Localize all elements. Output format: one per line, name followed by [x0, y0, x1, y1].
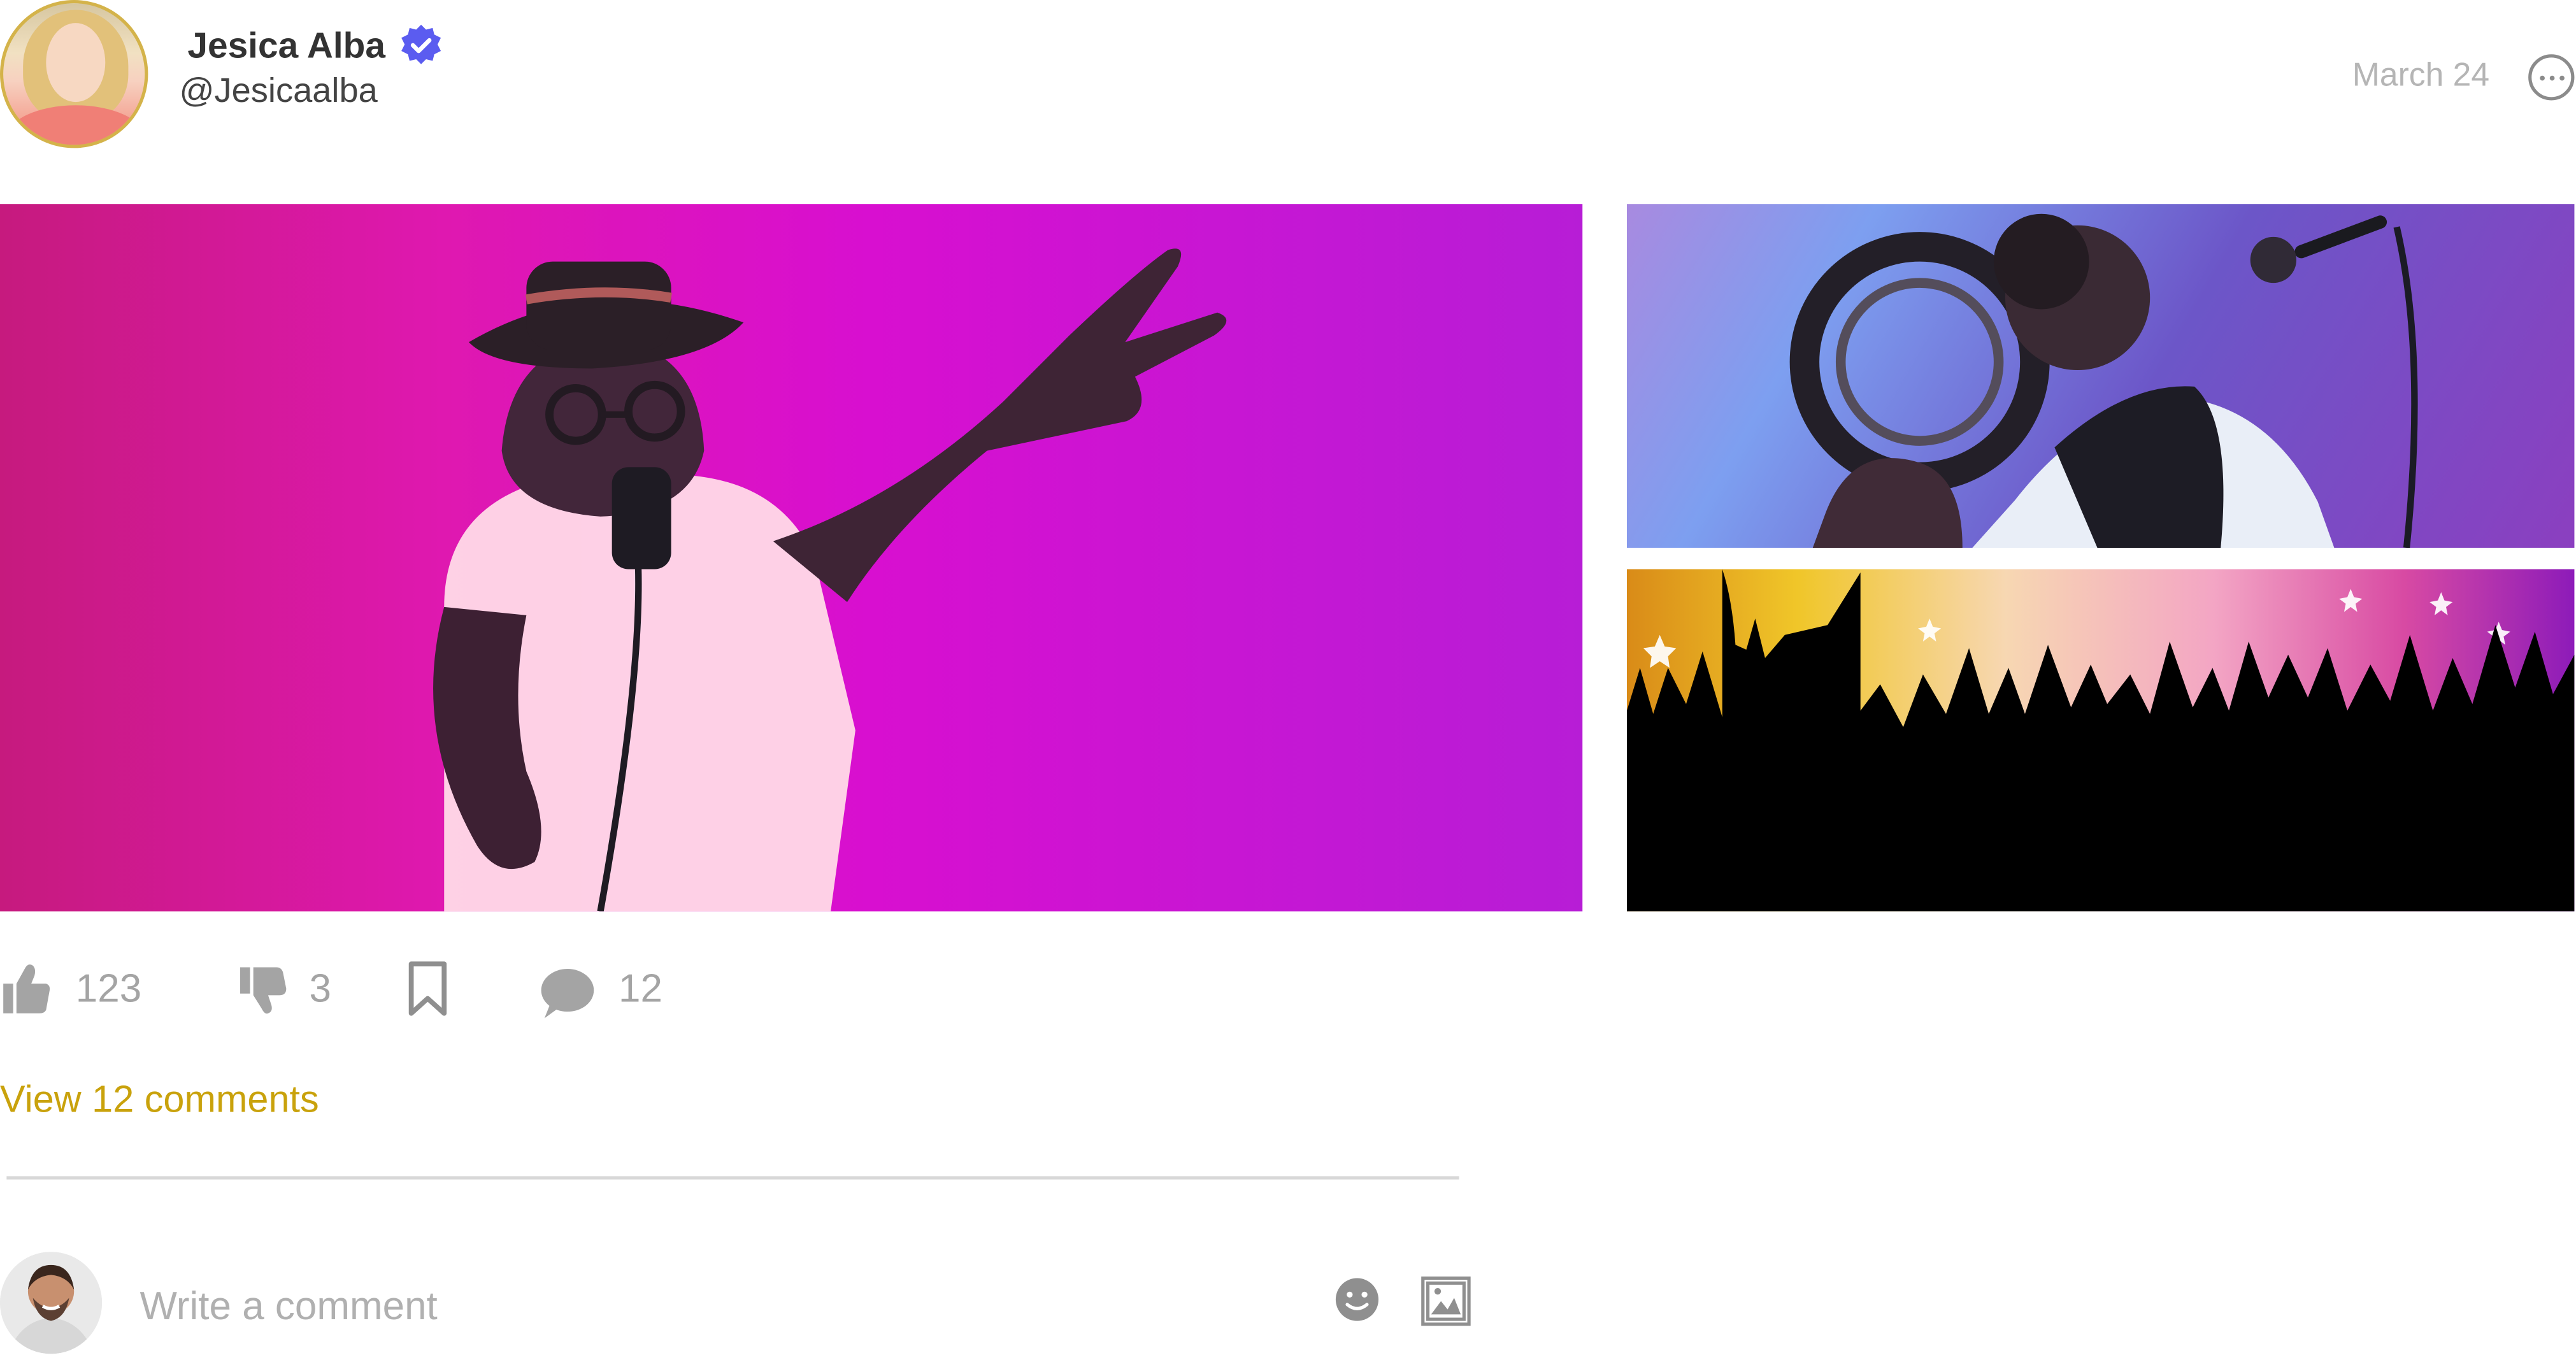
comment-input[interactable]: Write a comment: [140, 1285, 438, 1331]
bookmark-icon[interactable]: [406, 961, 452, 1017]
more-dot: [2538, 75, 2544, 80]
avatar-shoulders-shape: [6, 105, 145, 145]
likes-count: 123: [75, 967, 142, 1012]
post-card: Jesica Alba @Jesicaalba March 24 123 3 1…: [0, 0, 2576, 1367]
dislikes-count: 3: [309, 967, 331, 1012]
comment-bubble-icon[interactable]: [538, 966, 597, 1022]
post-stats: 123 3 12: [0, 961, 691, 1026]
comments-count: 12: [618, 967, 662, 1012]
singer-illustration: [433, 248, 1227, 912]
post-image-bottom-right[interactable]: [1626, 569, 2575, 912]
author-handle[interactable]: @Jesicaalba: [179, 73, 377, 112]
more-options-icon[interactable]: [2528, 54, 2575, 101]
image-upload-icon[interactable]: [1418, 1273, 1474, 1329]
post-image-top-right[interactable]: [1626, 204, 2575, 548]
avatar-face-shape: [46, 23, 106, 103]
author-avatar[interactable]: [0, 0, 148, 148]
current-user-avatar-illustration: [0, 1252, 103, 1354]
more-dot: [2549, 75, 2554, 80]
post-image-main[interactable]: [0, 204, 1583, 912]
verified-badge-icon: [401, 24, 441, 64]
post-date: March 24: [2352, 57, 2490, 94]
tambourine-singer-illustration: [1789, 213, 2418, 548]
emoji-icon[interactable]: [1333, 1275, 1382, 1324]
thumbs-up-icon[interactable]: [0, 961, 53, 1017]
more-dot: [2558, 75, 2564, 80]
current-user-avatar[interactable]: [0, 1252, 103, 1354]
comment-divider: [6, 1176, 1459, 1180]
crowd-silhouette-illustration: [1626, 569, 2575, 912]
thumbs-down-icon[interactable]: [238, 964, 287, 1017]
author-name[interactable]: Jesica Alba: [187, 25, 385, 68]
view-comments-link[interactable]: View 12 comments: [0, 1077, 319, 1122]
